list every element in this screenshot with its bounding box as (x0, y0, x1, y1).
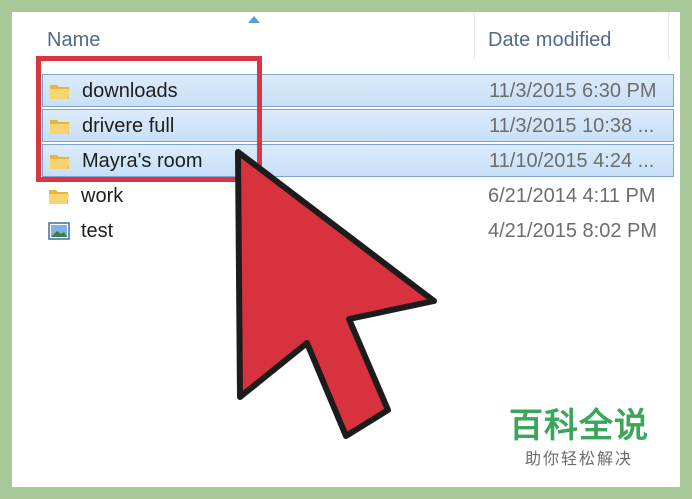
watermark-subtitle: 助你轻松解决 (524, 451, 633, 468)
watermark-logo: 百科全说 助你轻松解决 (494, 390, 664, 485)
watermark-title: 百科全说 (509, 407, 649, 445)
file-explorer-pane: Name Date modified downloads 11/3/2015 6… (12, 12, 680, 487)
